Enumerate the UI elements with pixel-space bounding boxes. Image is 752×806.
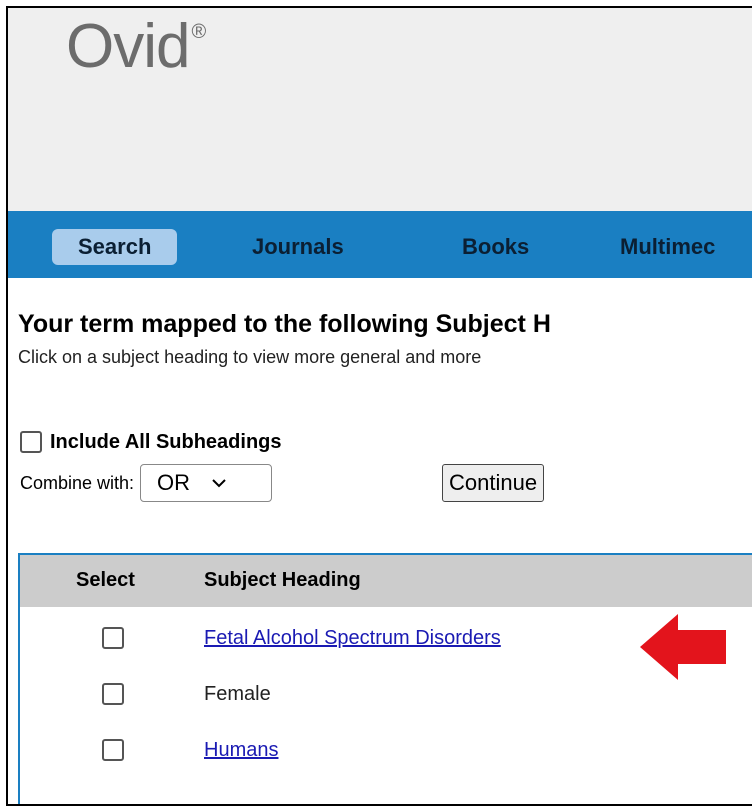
table-row: Humans — [20, 733, 752, 777]
header: Ovid ® — [8, 8, 752, 211]
main-nav: Search Journals Books Multimec — [8, 211, 752, 278]
row-select-checkbox[interactable] — [102, 739, 124, 761]
subject-heading-link[interactable]: Humans — [204, 739, 278, 762]
chevron-down-icon — [212, 475, 226, 491]
page-title: Your term mapped to the following Subjec… — [18, 310, 551, 338]
combine-label: Combine with: — [20, 472, 135, 493]
subject-heading-text: Female — [204, 683, 271, 705]
include-subheadings-label: Include All Subheadings — [50, 430, 282, 453]
include-subheadings-option[interactable]: Include All Subheadings — [20, 429, 282, 455]
combine-row: Combine with: OR — [20, 463, 273, 503]
include-subheadings-checkbox[interactable] — [20, 431, 42, 453]
subject-heading-link[interactable]: Fetal Alcohol Spectrum Disorders — [204, 627, 501, 650]
page-subtitle: Click on a subject heading to view more … — [18, 347, 482, 367]
combine-select[interactable]: OR — [140, 464, 273, 502]
table-header: Select Subject Heading — [20, 555, 752, 607]
nav-tab-journals[interactable]: Journals — [252, 229, 344, 265]
ovid-logo[interactable]: Ovid ® — [66, 16, 206, 78]
row-select-checkbox[interactable] — [102, 627, 124, 649]
table-row: Female — [20, 677, 752, 721]
column-header-subject-heading: Subject Heading — [204, 569, 361, 591]
nav-tab-books[interactable]: Books — [462, 229, 529, 265]
registered-mark: ® — [191, 21, 206, 43]
nav-tab-multimedia[interactable]: Multimec — [620, 229, 715, 265]
combine-select-value: OR — [157, 470, 191, 495]
logo-text: Ovid — [66, 12, 190, 81]
row-select-checkbox[interactable] — [102, 683, 124, 705]
column-header-select: Select — [76, 569, 135, 591]
app-frame: Ovid ® Search Journals Books Multimec You… — [6, 6, 752, 806]
red-arrow-icon — [640, 614, 726, 680]
nav-tab-search[interactable]: Search — [52, 229, 178, 265]
continue-button[interactable]: Continue — [442, 464, 545, 502]
